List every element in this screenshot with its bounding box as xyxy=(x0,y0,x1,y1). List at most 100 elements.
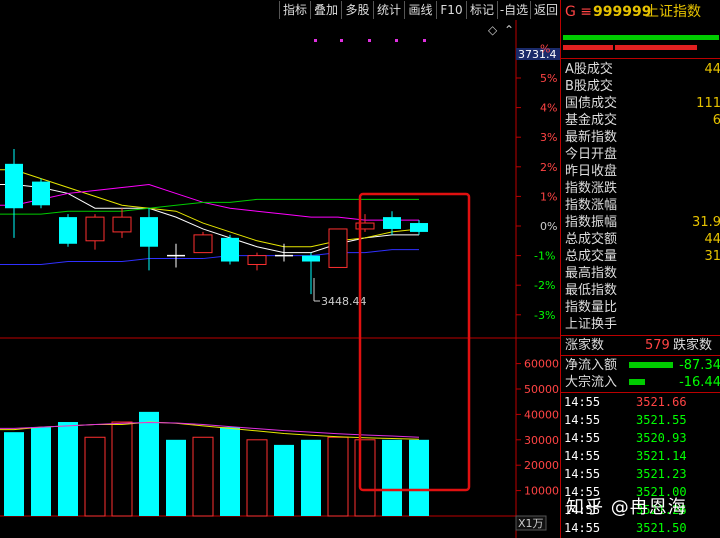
candle-body xyxy=(59,217,77,244)
stat-label: 总成交额 xyxy=(565,232,618,247)
percent-axis: % 5% 4% 3% 2% 1% 0% -1% -2% -3% xyxy=(516,42,557,322)
toolbar-multi-stock-button[interactable]: 多股 xyxy=(341,1,373,19)
vol-tick-label: 50000 xyxy=(524,383,559,396)
candle-body xyxy=(5,163,23,209)
quote-panel: G ≡ 999999 上证指数 A股成交 44 B股成交 国债成交 111 基金成交 6 最新… xyxy=(560,0,720,538)
ma-line xyxy=(0,198,419,215)
stat-label: 最高指数 xyxy=(565,266,618,281)
bid-strength-bar xyxy=(563,35,719,40)
stat-row: 指数涨跌 xyxy=(565,180,720,197)
stat-row: 最低指数 xyxy=(565,282,720,299)
toolbar-back-button[interactable]: 返回 xyxy=(530,1,561,19)
trade-time: 14:55 xyxy=(564,467,601,481)
stat-row: 总成交额 44 xyxy=(565,231,720,248)
volume-bar xyxy=(139,411,159,516)
candle-body xyxy=(140,217,158,247)
toolbar-f10-button[interactable]: F10 xyxy=(436,1,466,19)
volume-bar xyxy=(409,439,429,516)
stat-label: 总成交量 xyxy=(565,249,618,264)
rise-label: 涨家数 xyxy=(565,338,605,353)
volume-bar xyxy=(274,444,294,516)
vol-tick-label: 10000 xyxy=(524,485,559,498)
pct-tick-label: -1% xyxy=(534,250,555,263)
toolbar: 指标 叠加 多股 统计 画线 F10 标记 -自选 返回 xyxy=(0,0,560,20)
pct-tick-label: 0% xyxy=(540,220,557,233)
stock-header: G ≡ 999999 上证指数 xyxy=(561,0,720,24)
signal-dot xyxy=(314,39,317,42)
candle-body xyxy=(112,216,132,233)
stat-row: 最高指数 xyxy=(565,265,720,282)
toolbar-watchlist-button[interactable]: -自选 xyxy=(497,1,530,19)
diamond-icon[interactable]: ◇ xyxy=(488,23,498,37)
volume-bar xyxy=(327,436,349,517)
stat-label: 指数量比 xyxy=(565,300,618,315)
trade-time: 14:55 xyxy=(564,449,601,463)
stat-label: 昨日收盘 xyxy=(565,164,618,179)
toolbar-indicator-button[interactable]: 指标 xyxy=(279,1,310,19)
stat-label: 指数涨幅 xyxy=(565,198,618,213)
pct-tick-label: % xyxy=(540,42,550,55)
netflow-value: -87.34 xyxy=(679,358,720,373)
toolbar-statistics-button[interactable]: 统计 xyxy=(373,1,404,19)
pct-tick-label: -2% xyxy=(534,279,555,292)
stock-name: 上证指数 xyxy=(645,4,701,20)
vol-tick-label: 30000 xyxy=(524,434,559,447)
stat-value: 44 xyxy=(704,232,720,247)
stat-row: 今日开盘 xyxy=(565,146,720,163)
trade-price: 3521.14 xyxy=(636,449,687,463)
trade-price: 3521.66 xyxy=(636,395,687,409)
rise-fall-row: 涨家数 579 跌家数 xyxy=(565,337,720,354)
bigflow-value: -16.44 xyxy=(679,375,720,390)
volume-unit-label: X1万 xyxy=(518,517,544,530)
stock-code-prefix: G ≡ xyxy=(565,4,593,20)
candle-body xyxy=(221,237,239,262)
trade-row: 14:55 3521.23 xyxy=(564,466,720,483)
vol-tick-label: 20000 xyxy=(524,459,559,472)
candle-body xyxy=(410,223,428,232)
candle-body xyxy=(32,181,50,206)
vol-tick-label: 40000 xyxy=(524,408,559,421)
signal-dots xyxy=(314,39,426,42)
stat-row: 指数涨幅 xyxy=(565,197,720,214)
bigflow-label: 大宗流入 xyxy=(565,375,618,390)
trade-price: 3521.55 xyxy=(636,413,687,427)
candle-body xyxy=(85,216,105,242)
ask-strength-bar-1 xyxy=(563,45,613,50)
trade-row: 14:55 3520.93 xyxy=(564,430,720,447)
toolbar-overlay-button[interactable]: 叠加 xyxy=(310,1,341,19)
volume-bar xyxy=(58,422,78,516)
stat-label: 指数涨跌 xyxy=(565,181,618,196)
candle-body xyxy=(247,255,267,265)
stat-value: 6 xyxy=(712,113,720,128)
trade-time: 14:55 xyxy=(564,521,601,535)
volume-bar xyxy=(382,439,402,516)
stat-row: B股成交 xyxy=(565,78,720,95)
trades-separator xyxy=(561,392,720,393)
netflow-row: 净流入额 -87.34 xyxy=(565,357,720,374)
trade-price: 3521.23 xyxy=(636,467,687,481)
volume-bar xyxy=(4,432,24,516)
candle-body xyxy=(193,234,213,254)
stat-label: 最新指数 xyxy=(565,130,618,145)
toolbar-mark-button[interactable]: 标记 xyxy=(466,1,497,19)
rise-value: 579 xyxy=(645,338,670,353)
stat-label: 上证换手 xyxy=(565,317,618,332)
stat-label: 国债成交 xyxy=(565,96,618,111)
signal-dot xyxy=(395,39,398,42)
stat-row: 国债成交 111 xyxy=(565,95,720,112)
pct-tick-label: 3% xyxy=(540,131,557,144)
stat-row: 最新指数 xyxy=(565,129,720,146)
trade-time: 14:55 xyxy=(564,431,601,445)
pct-tick-label: -3% xyxy=(534,309,555,322)
stat-value: 44 xyxy=(704,62,720,77)
flow-separator xyxy=(561,355,720,356)
volume-bar xyxy=(354,439,376,517)
ask-strength-bar-2 xyxy=(615,45,697,50)
kline-chart[interactable]: ◇ ⌃ 3731.4 % 5% 4% 3% 2% 1% 0% -1% -2% -3% 60000 5… xyxy=(0,20,560,538)
volume-bar xyxy=(246,439,268,517)
toolbar-draw-line-button[interactable]: 画线 xyxy=(404,1,436,19)
window-toggle-icon[interactable]: ⌃ xyxy=(504,23,514,37)
stat-row: 指数量比 xyxy=(565,299,720,316)
pct-tick-label: 4% xyxy=(540,102,557,115)
volume-bar xyxy=(192,436,214,517)
